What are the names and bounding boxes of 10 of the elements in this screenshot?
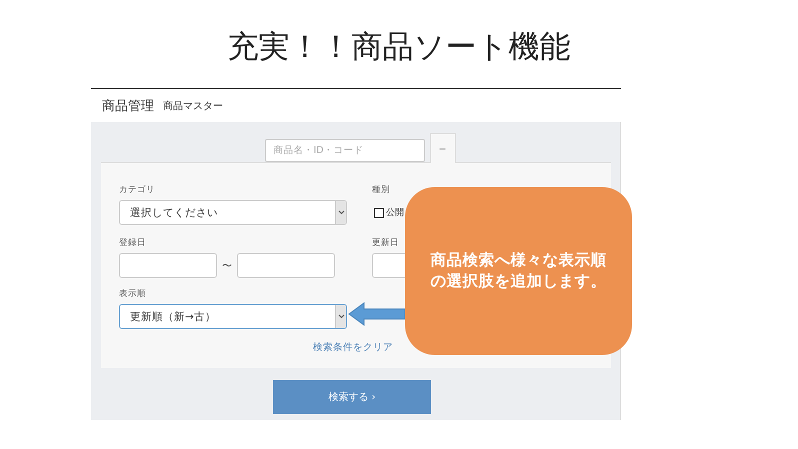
field-label: 登録日: [119, 237, 147, 249]
page-title: 商品管理: [102, 98, 154, 114]
page-subtitle: 商品マスター: [163, 100, 223, 112]
field-label: 種別: [372, 184, 391, 196]
field-label: 表示順: [119, 288, 147, 300]
range-separator: 〜: [221, 260, 233, 272]
field-label: 更新日: [372, 237, 400, 249]
slide-title: 充実！！商品ソート機能: [226, 28, 572, 67]
field-label: カテゴリ: [119, 184, 156, 196]
callout-tooltip: 商品検索へ様々な表示順の選択肢を追加します。: [405, 187, 632, 355]
